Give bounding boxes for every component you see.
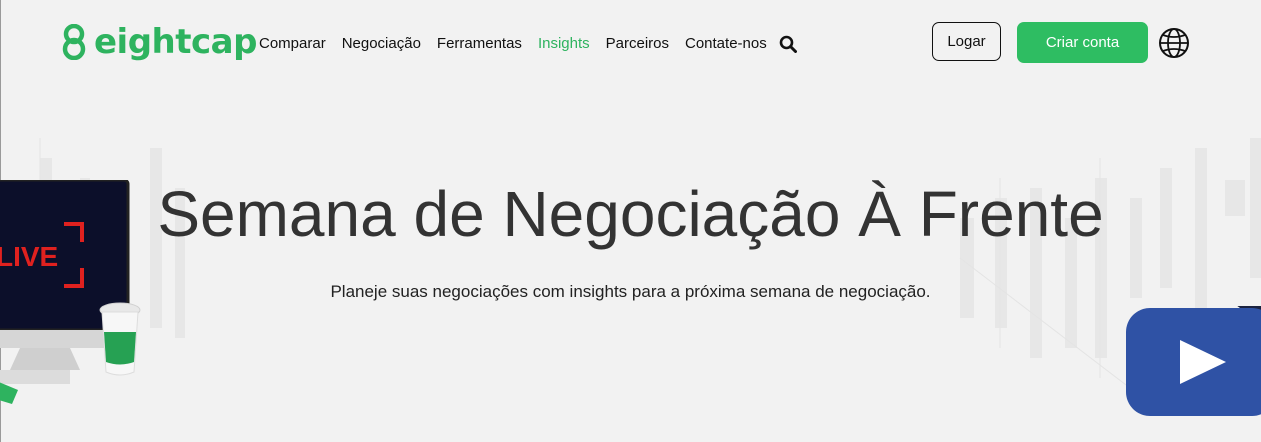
logo-eight-icon [62, 24, 86, 60]
nav-item-contate-nos[interactable]: Contate-nos [685, 34, 767, 54]
search-icon[interactable] [779, 35, 797, 53]
eightcap-logo[interactable]: eightcap [60, 24, 257, 60]
create-account-button[interactable]: Criar conta [1017, 22, 1148, 63]
nav-item-parceiros[interactable]: Parceiros [606, 34, 669, 54]
nav-item-ferramentas[interactable]: Ferramentas [437, 34, 522, 54]
page-subtitle: Planeje suas negociações com insights pa… [330, 282, 931, 301]
page-title: Semana de Negociação À Frente [157, 178, 1104, 250]
site-header: eightcap Comparar Negociação Ferramentas… [0, 0, 1261, 88]
coffee-cup-illustration [99, 302, 141, 376]
nav-item-comparar[interactable]: Comparar [259, 34, 326, 54]
main-navigation: Comparar Negociação Ferramentas Insights… [259, 34, 797, 54]
nav-item-negociacao[interactable]: Negociação [342, 34, 421, 54]
globe-icon[interactable] [1157, 26, 1191, 60]
candlestick-decoration [39, 138, 1261, 389]
login-button[interactable]: Logar [932, 22, 1001, 61]
hero-background [0, 88, 1261, 442]
logo-wordmark: eightcap [94, 22, 257, 62]
play-video-button[interactable] [1124, 306, 1261, 418]
nav-item-insights[interactable]: Insights [538, 34, 590, 54]
